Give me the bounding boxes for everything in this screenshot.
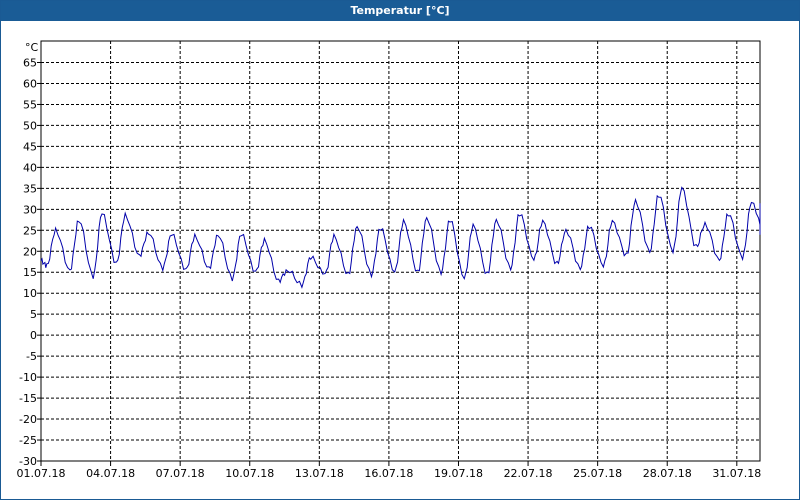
x-tick-label: 25.07.18 [573,467,622,480]
x-tick-label: 04.07.18 [86,467,135,480]
y-tick-label: 15 [23,266,37,279]
y-tick-label: -5 [26,350,37,363]
y-tick-label: -20 [19,413,37,426]
y-tick-label: 50 [23,119,37,132]
x-tick-label: 13.07.18 [295,467,344,480]
window-title: Temperatur [°C] [1,1,799,21]
y-tick-label: 0 [30,329,37,342]
x-tick-label: 19.07.18 [434,467,483,480]
chart-window: Temperatur [°C] 65 60 55 50 45 40 35 30 25 20 15 10… [0,0,800,500]
y-tick-label: -25 [19,434,37,447]
x-tick-label: 16.07.18 [364,467,413,480]
y-tick-label: -15 [19,392,37,405]
y-tick-label: 35 [23,182,37,195]
y-tick-label: -10 [19,371,37,384]
x-tick-label: 31.07.18 [712,467,761,480]
y-tick-label: 45 [23,140,37,153]
x-tick-label: 28.07.18 [643,467,692,480]
x-tick-label: 22.07.18 [504,467,553,480]
y-tick-label: 40 [23,161,37,174]
y-tick-label: 30 [23,203,37,216]
y-tick-label: 5 [30,308,37,321]
y-unit-label: °C [25,41,39,54]
temperature-chart: 65605550454035302520151050-5-10-15-20-25… [17,40,761,480]
grid [41,41,760,461]
x-tick-label: 10.07.18 [225,467,274,480]
y-tick-label: 25 [23,224,37,237]
y-tick-label: 60 [23,77,37,90]
x-axis: 01.07.18 04.07.18 07.07.18 10.07.18 13.07.18… [17,461,761,480]
y-tick-label: 20 [23,245,37,258]
y-axis: 65605550454035302520151050-5-10-15-20-25… [19,57,41,468]
x-tick-label: 01.07.18 [17,467,66,480]
y-tick-label: 65 [23,57,37,70]
y-tick-label: 55 [23,98,37,111]
y-tick-label: 10 [23,287,37,300]
x-tick-label: 07.07.18 [156,467,205,480]
